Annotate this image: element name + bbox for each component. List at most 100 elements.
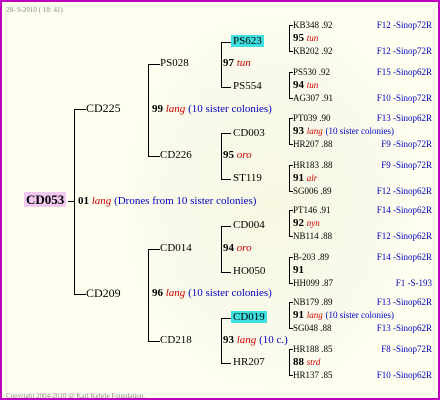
connector-line [74,109,75,295]
connector-line [289,302,293,303]
leaf-4-lang: alr [306,173,318,183]
leaf-8-mating: 88 strd [293,356,320,368]
leaf-3-dam[interactable]: HR207 .88 [293,138,333,150]
leaf-2-mating: 94 tun [293,79,318,91]
parent-2-num: 96 [152,287,163,299]
grandparent-1-mating: 97 tun [223,57,251,69]
leaf-1-dam[interactable]: KB202 .92 [293,45,333,57]
leaf-8-sire[interactable]: HR188 .85 [293,343,333,355]
connector-line [221,87,231,88]
connector-line [289,236,293,237]
leaf-2-sire[interactable]: PS530 .92 [293,66,330,78]
parent-2-note: (10 sister colonies) [188,287,272,299]
root-name[interactable]: CD053 [24,192,67,207]
great-grandparent-1-name[interactable]: PS623 [231,35,264,47]
grandparent-1-name[interactable]: PS028 [160,57,189,69]
leaf-3-dam-origin: F9 -Sinop72R [381,139,432,149]
connector-line [289,349,290,375]
leaf-5-dam-origin: F12 -Sinop62R [376,231,432,241]
connector-line [221,133,222,179]
grandparent-2-name[interactable]: CD226 [160,149,192,161]
leaf-7-dam[interactable]: SG048 .88 [293,322,332,334]
leaf-5-sire[interactable]: PT146 .91 [293,204,331,216]
leaf-5-mating: 92 nyn [293,217,320,229]
great-grandparent-2-name[interactable]: PS554 [233,80,262,92]
leaf-4-dam[interactable]: SG006 .89 [293,185,332,197]
connector-line [221,363,231,364]
great-grandparent-6-name[interactable]: HO050 [233,265,265,277]
leaf-3-num: 93 [293,125,304,137]
grandparent-4-name[interactable]: CD218 [160,334,192,346]
connector-line [148,249,160,250]
grandparent-3-lang: oro [236,242,252,254]
leaf-1-sire[interactable]: KB348 .92 [293,19,333,31]
great-grandparent-7-label[interactable]: CD019 [231,311,267,323]
grandparent-3-num: 94 [223,242,234,254]
root-node[interactable]: CD053 [24,192,67,207]
leaf-4-dam-origin: F12 -Sinop62R [376,186,432,196]
leaf-2-dam[interactable]: AG307 .91 [293,92,333,104]
connector-line [221,226,231,227]
connector-line [289,118,293,119]
connector-line [148,249,149,341]
connector-line [148,156,160,157]
grandparent-2-mating: 95 oro [223,149,252,161]
great-grandparent-8-name[interactable]: HR207 [233,356,265,368]
leaf-7-num: 91 [293,309,304,321]
leaf-3-lang: lang [306,126,323,136]
leaf-1-sire-origin: F12 -Sinop72R [376,20,432,30]
connector-line [289,328,293,329]
connector-line [289,98,293,99]
connector-line [289,210,293,211]
parent-2-name[interactable]: CD209 [86,287,121,299]
connector-line [289,72,293,73]
leaf-7-sire[interactable]: NB179 .89 [293,296,333,308]
root-mating: 01 lang (Drones from 10 sister colonies) [78,195,256,207]
leaf-3-sire[interactable]: PT039 .90 [293,112,331,124]
leaf-2-lang: tun [306,80,319,90]
leaf-5-dam[interactable]: NB114 .88 [293,230,332,242]
connector-line [221,272,231,273]
leaf-4-mating: 91 alr [293,172,317,184]
grandparent-1-num: 97 [223,57,234,69]
connector-line [289,191,293,192]
leaf-6-sire[interactable]: B-203 .89 [293,251,329,263]
great-grandparent-7-name[interactable]: CD019 [231,311,267,323]
parent-1-name[interactable]: CD225 [86,102,121,114]
parent-1-mating: 99 lang (10 sister colonies) [152,103,272,115]
parent-1-lang: lang [165,103,186,115]
connector-line [289,118,290,144]
leaf-3-note: (10 sister colonies) [325,126,394,136]
leaf-5-sire-origin: F14 -Sinop62R [376,205,432,215]
connector-line [289,257,290,283]
grandparent-3-mating: 94 oro [223,242,252,254]
leaf-8-lang: strd [306,357,321,367]
leaf-3-sire-origin: F13 -Sinop62R [376,113,432,123]
parent-1-note: (10 sister colonies) [188,103,272,115]
leaf-7-lang: lang [306,310,323,320]
great-grandparent-5-name[interactable]: CD004 [233,219,265,231]
grandparent-4-lang: lang [236,334,257,346]
parent-1-num: 99 [152,103,163,115]
connector-line [68,201,75,202]
leaf-6-num: 91 [293,264,304,276]
connector-line [221,133,231,134]
date-stamp: 28- 9-2010 ( 18: 41) [6,6,63,14]
leaf-6-dam[interactable]: HH099 .87 [293,277,333,289]
connector-line [289,349,293,350]
great-grandparent-1-label[interactable]: PS623 [231,35,264,47]
connector-line [289,51,293,52]
leaf-2-dam-origin: F10 -Sinop72R [376,93,432,103]
leaf-8-dam[interactable]: HR137 .85 [293,369,333,381]
great-grandparent-3-name[interactable]: CD003 [233,127,265,139]
leaf-4-sire-origin: F9 -Sinop72R [381,160,432,170]
connector-line [221,42,222,87]
leaf-4-sire[interactable]: HR183 .88 [293,159,333,171]
grandparent-3-name[interactable]: CD014 [160,242,192,254]
grandparent-1-lang: tun [236,57,251,69]
connector-line [289,283,293,284]
great-grandparent-4-name[interactable]: ST119 [233,172,262,184]
parent-2-lang: lang [165,287,186,299]
grandparent-4-mating: 93 lang (10 c.) [223,334,288,346]
leaf-8-sire-origin: F8 -Sinop72R [381,344,432,354]
